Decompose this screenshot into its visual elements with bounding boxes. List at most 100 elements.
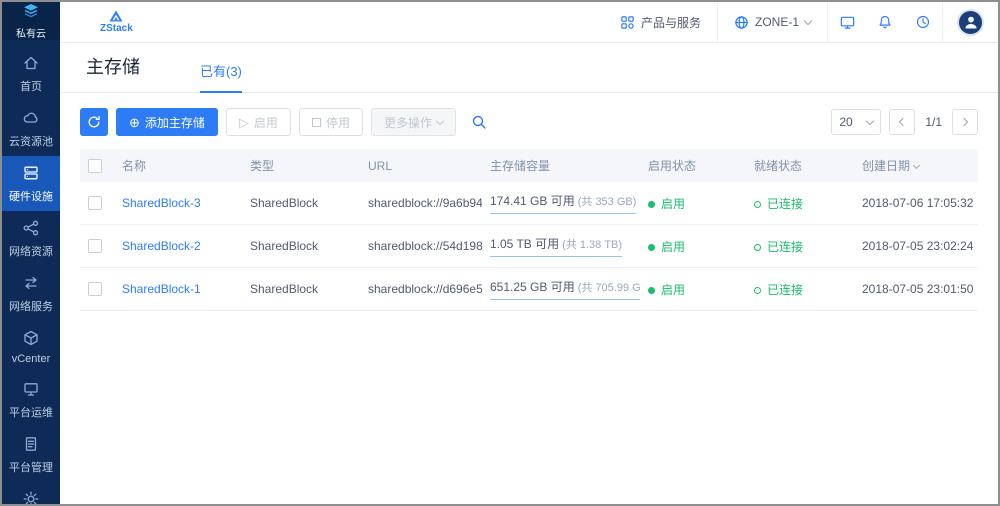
capacity-total: (共 705.99 GB) — [578, 282, 640, 294]
user-icon — [962, 13, 980, 31]
row-checkbox[interactable] — [88, 196, 102, 210]
page-size-select[interactable]: 20 — [831, 109, 881, 135]
zstack-logo-icon — [108, 10, 124, 23]
select-all-cell — [80, 149, 114, 182]
created-date: 2018-07-05 23:02:24 — [854, 225, 978, 268]
toolbar-left: ⊕ 添加主存储 ▷ 启用 停用 更多操作 — [80, 108, 494, 136]
chevron-left-icon — [899, 118, 907, 126]
next-page-button[interactable] — [952, 109, 978, 135]
table-row: SharedBlock-2 SharedBlock sharedblock://… — [80, 225, 978, 268]
sidebar-item-cloud-pool[interactable]: 云资源池 — [2, 101, 60, 156]
app-window: 私有云 首页 云资源池 硬件设施 网络资源 网络服务 — [0, 0, 1000, 506]
column-header-enable-status: 启用状态 — [640, 149, 746, 182]
bell-icon — [877, 14, 893, 30]
status-ring-icon — [754, 201, 761, 208]
enable-status: 启用 — [661, 283, 685, 297]
column-header-created-label: 创建日期 — [862, 159, 910, 173]
user-avatar[interactable] — [957, 9, 984, 36]
zstack-logo-text: ZStack — [100, 24, 133, 34]
notifications-button[interactable] — [866, 2, 904, 43]
ready-status: 已连接 — [767, 240, 803, 254]
chevron-right-icon — [960, 118, 968, 126]
disable-button[interactable]: 停用 — [299, 108, 363, 136]
tab-existing[interactable]: 已有(3) — [200, 61, 242, 93]
refresh-button[interactable] — [80, 108, 108, 136]
vcenter-icon — [22, 329, 40, 350]
sidebar-item-platform-ops[interactable]: 平台运维 — [2, 372, 60, 427]
column-header-created[interactable]: 创建日期 — [854, 149, 978, 182]
storage-name-link[interactable]: SharedBlock-3 — [122, 196, 201, 210]
enable-status: 启用 — [661, 197, 685, 211]
divider — [942, 2, 943, 43]
prev-page-button[interactable] — [889, 109, 915, 135]
chevron-down-icon — [866, 116, 874, 124]
sidebar-item-vcenter[interactable]: vCenter — [2, 321, 60, 372]
page-indicator: 1/1 — [923, 115, 944, 129]
capacity-available: 174.41 GB 可用 — [490, 194, 575, 208]
table-row: SharedBlock-3 SharedBlock sharedblock://… — [80, 182, 978, 225]
products-services-label: 产品与服务 — [641, 14, 701, 31]
storage-name-link[interactable]: SharedBlock-2 — [122, 239, 201, 253]
more-actions-button[interactable]: 更多操作 — [371, 108, 456, 136]
zone-selector[interactable]: ZONE-1 — [718, 2, 827, 42]
sidebar-item-network-service[interactable]: 网络服务 — [2, 266, 60, 321]
column-header-ready-status: 就绪状态 — [746, 149, 854, 182]
platform-ops-icon — [22, 380, 40, 401]
sidebar-item-hardware[interactable]: 硬件设施 — [2, 156, 60, 211]
storage-type: SharedBlock — [242, 225, 360, 268]
status-dot-icon — [648, 201, 655, 208]
storage-url: sharedblock://9a6b940... — [360, 182, 482, 225]
sidebar-item-label: 平台运维 — [9, 404, 53, 420]
refresh-icon — [87, 115, 101, 129]
console-button[interactable] — [828, 2, 866, 43]
main-area: ZStack 产品与服务 ZONE-1 — [60, 2, 998, 504]
sidebar-brand-label: 私有云 — [16, 25, 46, 40]
add-primary-storage-button[interactable]: ⊕ 添加主存储 — [116, 108, 218, 136]
zstack-logo: ZStack — [100, 10, 133, 34]
monitor-icon — [839, 14, 856, 31]
sidebar-item-settings[interactable]: 设置 — [2, 482, 60, 506]
column-header-name: 名称 — [114, 149, 242, 182]
zone-label: ZONE-1 — [755, 15, 799, 29]
page-head: 主存储 已有(3) — [60, 43, 998, 93]
enable-button[interactable]: ▷ 启用 — [226, 108, 291, 136]
sidebar-item-platform-mgmt[interactable]: 平台管理 — [2, 427, 60, 482]
sidebar-item-label: vCenter — [12, 353, 51, 365]
home-icon — [22, 54, 40, 75]
storage-type: SharedBlock — [242, 182, 360, 225]
disable-label: 停用 — [326, 114, 350, 131]
network-resource-icon — [22, 219, 40, 240]
capacity-cell: 1.05 TB 可用(共 1.38 TB) — [490, 235, 622, 257]
column-header-type: 类型 — [242, 149, 360, 182]
ready-status: 已连接 — [767, 283, 803, 297]
column-header-url: URL — [360, 149, 482, 182]
storage-name-link[interactable]: SharedBlock-1 — [122, 282, 201, 296]
enable-label: 启用 — [254, 114, 278, 131]
sidebar-item-home[interactable]: 首页 — [2, 46, 60, 101]
sidebar-brand: 私有云 — [2, 2, 60, 40]
topbar: ZStack 产品与服务 ZONE-1 — [60, 2, 998, 43]
private-cloud-logo-icon — [21, 2, 41, 23]
created-date: 2018-07-05 23:01:50 — [854, 268, 978, 311]
sort-down-icon — [913, 162, 920, 169]
platform-mgmt-icon — [22, 435, 40, 456]
sidebar-item-label: 云资源池 — [9, 133, 53, 149]
sidebar-item-network-resource[interactable]: 网络资源 — [2, 211, 60, 266]
chevron-down-icon — [436, 116, 444, 124]
sidebar-item-label: 硬件设施 — [9, 188, 53, 204]
search-button[interactable] — [464, 108, 494, 136]
products-services-button[interactable]: 产品与服务 — [604, 2, 717, 42]
add-icon: ⊕ — [129, 116, 140, 129]
status-ring-icon — [754, 244, 761, 251]
network-service-icon — [22, 274, 40, 295]
history-button[interactable] — [904, 2, 942, 43]
status-dot-icon — [648, 287, 655, 294]
hardware-icon — [22, 164, 40, 185]
select-all-checkbox[interactable] — [88, 159, 102, 173]
row-checkbox[interactable] — [88, 282, 102, 296]
row-checkbox[interactable] — [88, 239, 102, 253]
search-icon — [471, 114, 487, 130]
capacity-total: (共 353 GB) — [578, 196, 637, 208]
table-header-row: 名称 类型 URL 主存储容量 启用状态 就绪状态 创建日期 — [80, 149, 978, 182]
capacity-cell: 651.25 GB 可用(共 705.99 GB) — [490, 278, 640, 300]
